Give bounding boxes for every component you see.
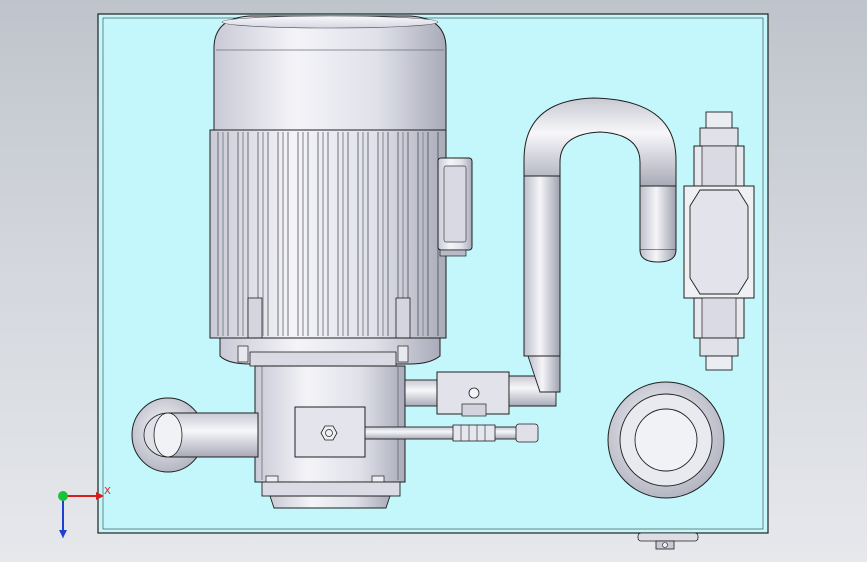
y-axis-label: Y (60, 530, 67, 541)
motor-fan-cover (213, 15, 447, 131)
filter-assembly[interactable] (683, 111, 755, 371)
cad-viewport[interactable] (0, 0, 867, 562)
pump-base-flange (269, 495, 391, 509)
drain-fitting[interactable] (637, 532, 699, 550)
motor-terminal-box[interactable] (437, 157, 473, 257)
triad-axes (58, 491, 104, 538)
filler-breather-cap[interactable] (607, 381, 725, 499)
hex-nut-icon (320, 425, 338, 441)
motor-foot-left (247, 297, 263, 339)
electric-motor[interactable] (209, 15, 473, 367)
coordinate-triad: X Y (50, 484, 111, 544)
motor-foot-right (395, 297, 411, 339)
x-axis-label: X (104, 486, 111, 497)
return-line[interactable] (364, 423, 539, 443)
